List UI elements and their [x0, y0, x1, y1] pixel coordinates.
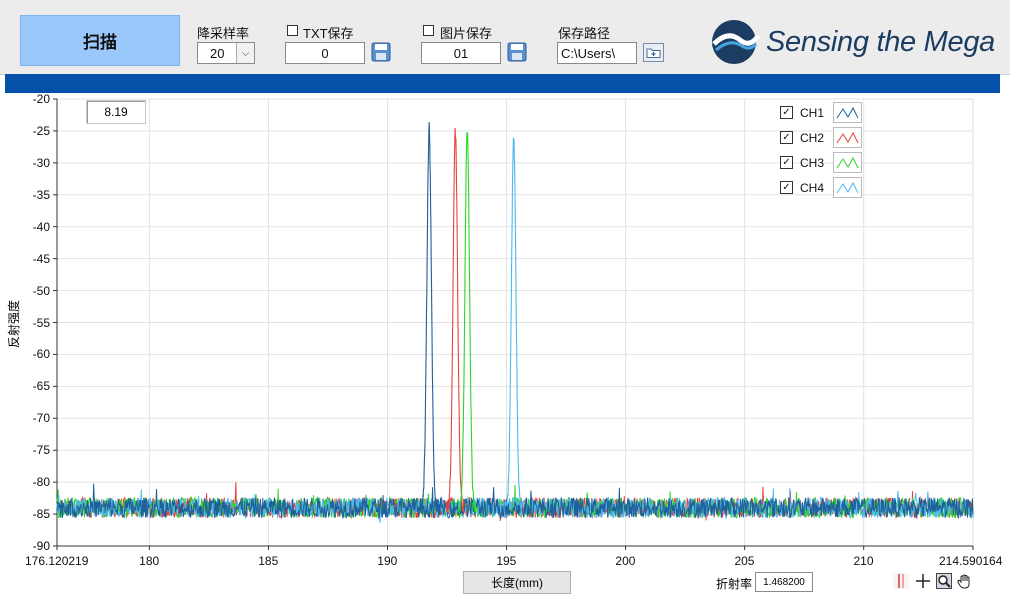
save-path-label: 保存路径	[558, 26, 611, 41]
legend-item-ch1[interactable]: ✓ CH1	[780, 102, 863, 123]
cursor-lines-icon[interactable]	[893, 573, 909, 589]
x-tick-label: 190	[377, 554, 398, 568]
zoom-icon[interactable]	[936, 573, 952, 589]
ch1-checkbox[interactable]: ✓	[780, 106, 793, 119]
pan-hand-icon[interactable]	[957, 573, 973, 589]
y-tick-label: -45	[32, 251, 50, 266]
cursor-readout[interactable]: 8.19	[86, 100, 146, 124]
company-logo-text: Sensing the Mega	[766, 26, 995, 58]
ch3-line-icon	[836, 156, 859, 169]
y-tick-label: -85	[32, 507, 50, 522]
x-tick-label: 214.590164	[939, 554, 1003, 568]
txt-save-counter[interactable]: 0	[285, 42, 365, 64]
save-path-field[interactable]: C:\Users\	[557, 42, 637, 64]
legend-label: CH3	[800, 155, 825, 170]
ch1-swatch[interactable]	[833, 102, 863, 123]
y-tick-label: -65	[32, 379, 50, 394]
y-axis-label-container: 反射强度	[2, 300, 22, 360]
image-save-checkbox[interactable]	[423, 25, 434, 36]
save-icon[interactable]	[507, 42, 527, 62]
x-tick-label: 195	[496, 554, 517, 568]
x-tick-label: 205	[734, 554, 755, 568]
x-tick-label: 185	[258, 554, 279, 568]
y-tick-label: -20	[32, 92, 50, 106]
y-tick-label: -30	[32, 155, 50, 170]
save-icon[interactable]	[371, 42, 391, 62]
legend-label: CH4	[800, 180, 825, 195]
legend-label: CH2	[800, 130, 825, 145]
scan-button[interactable]: 扫描	[20, 15, 180, 66]
txt-save-checkbox[interactable]	[287, 25, 298, 36]
txt-save-label: TXT保存	[303, 26, 354, 41]
y-axis-label: 反射强度	[7, 299, 21, 348]
y-tick-label: -80	[32, 475, 50, 490]
refractive-index-field[interactable]: 1.468200	[755, 572, 813, 592]
y-tick-label: -35	[32, 187, 50, 202]
ch4-swatch[interactable]	[833, 177, 863, 198]
image-save-counter[interactable]: 01	[421, 42, 501, 64]
ch3-swatch[interactable]	[833, 152, 863, 173]
legend-item-ch4[interactable]: ✓ CH4	[780, 177, 863, 198]
y-tick-label: -40	[32, 219, 50, 234]
refractive-index-label: 折射率	[716, 577, 753, 591]
legend-item-ch3[interactable]: ✓ CH3	[780, 152, 863, 173]
x-axis-label: 长度(mm)	[463, 571, 571, 594]
accent-bar	[5, 74, 1000, 93]
ch3-checkbox[interactable]: ✓	[780, 156, 793, 169]
x-tick-label: 176.120219	[25, 554, 89, 568]
chevron-down-icon[interactable]: ⌵	[236, 43, 254, 63]
browse-folder-icon[interactable]	[643, 43, 664, 62]
x-tick-label: 180	[139, 554, 160, 568]
y-tick-label: -70	[32, 411, 50, 426]
ch4-checkbox[interactable]: ✓	[780, 181, 793, 194]
y-tick-label: -75	[32, 443, 50, 458]
ch4-line-icon	[836, 181, 859, 194]
x-tick-label: 210	[853, 554, 874, 568]
y-tick-label: -25	[32, 123, 50, 138]
downsample-label: 降采样率	[197, 26, 250, 41]
image-save-label: 图片保存	[440, 26, 493, 41]
crosshair-icon[interactable]	[915, 573, 931, 589]
ch1-line-icon	[836, 106, 859, 119]
ch2-line-icon	[836, 131, 859, 144]
downsample-select[interactable]: 20 ⌵	[197, 42, 255, 64]
legend-label: CH1	[800, 105, 825, 120]
legend-item-ch2[interactable]: ✓ CH2	[780, 127, 863, 148]
ch2-checkbox[interactable]: ✓	[780, 131, 793, 144]
downsample-value: 20	[210, 45, 225, 61]
company-logo-icon	[712, 20, 761, 64]
x-tick-label: 200	[615, 554, 636, 568]
y-tick-label: -90	[32, 539, 50, 553]
ch2-swatch[interactable]	[833, 127, 863, 148]
y-tick-label: -50	[32, 283, 50, 298]
